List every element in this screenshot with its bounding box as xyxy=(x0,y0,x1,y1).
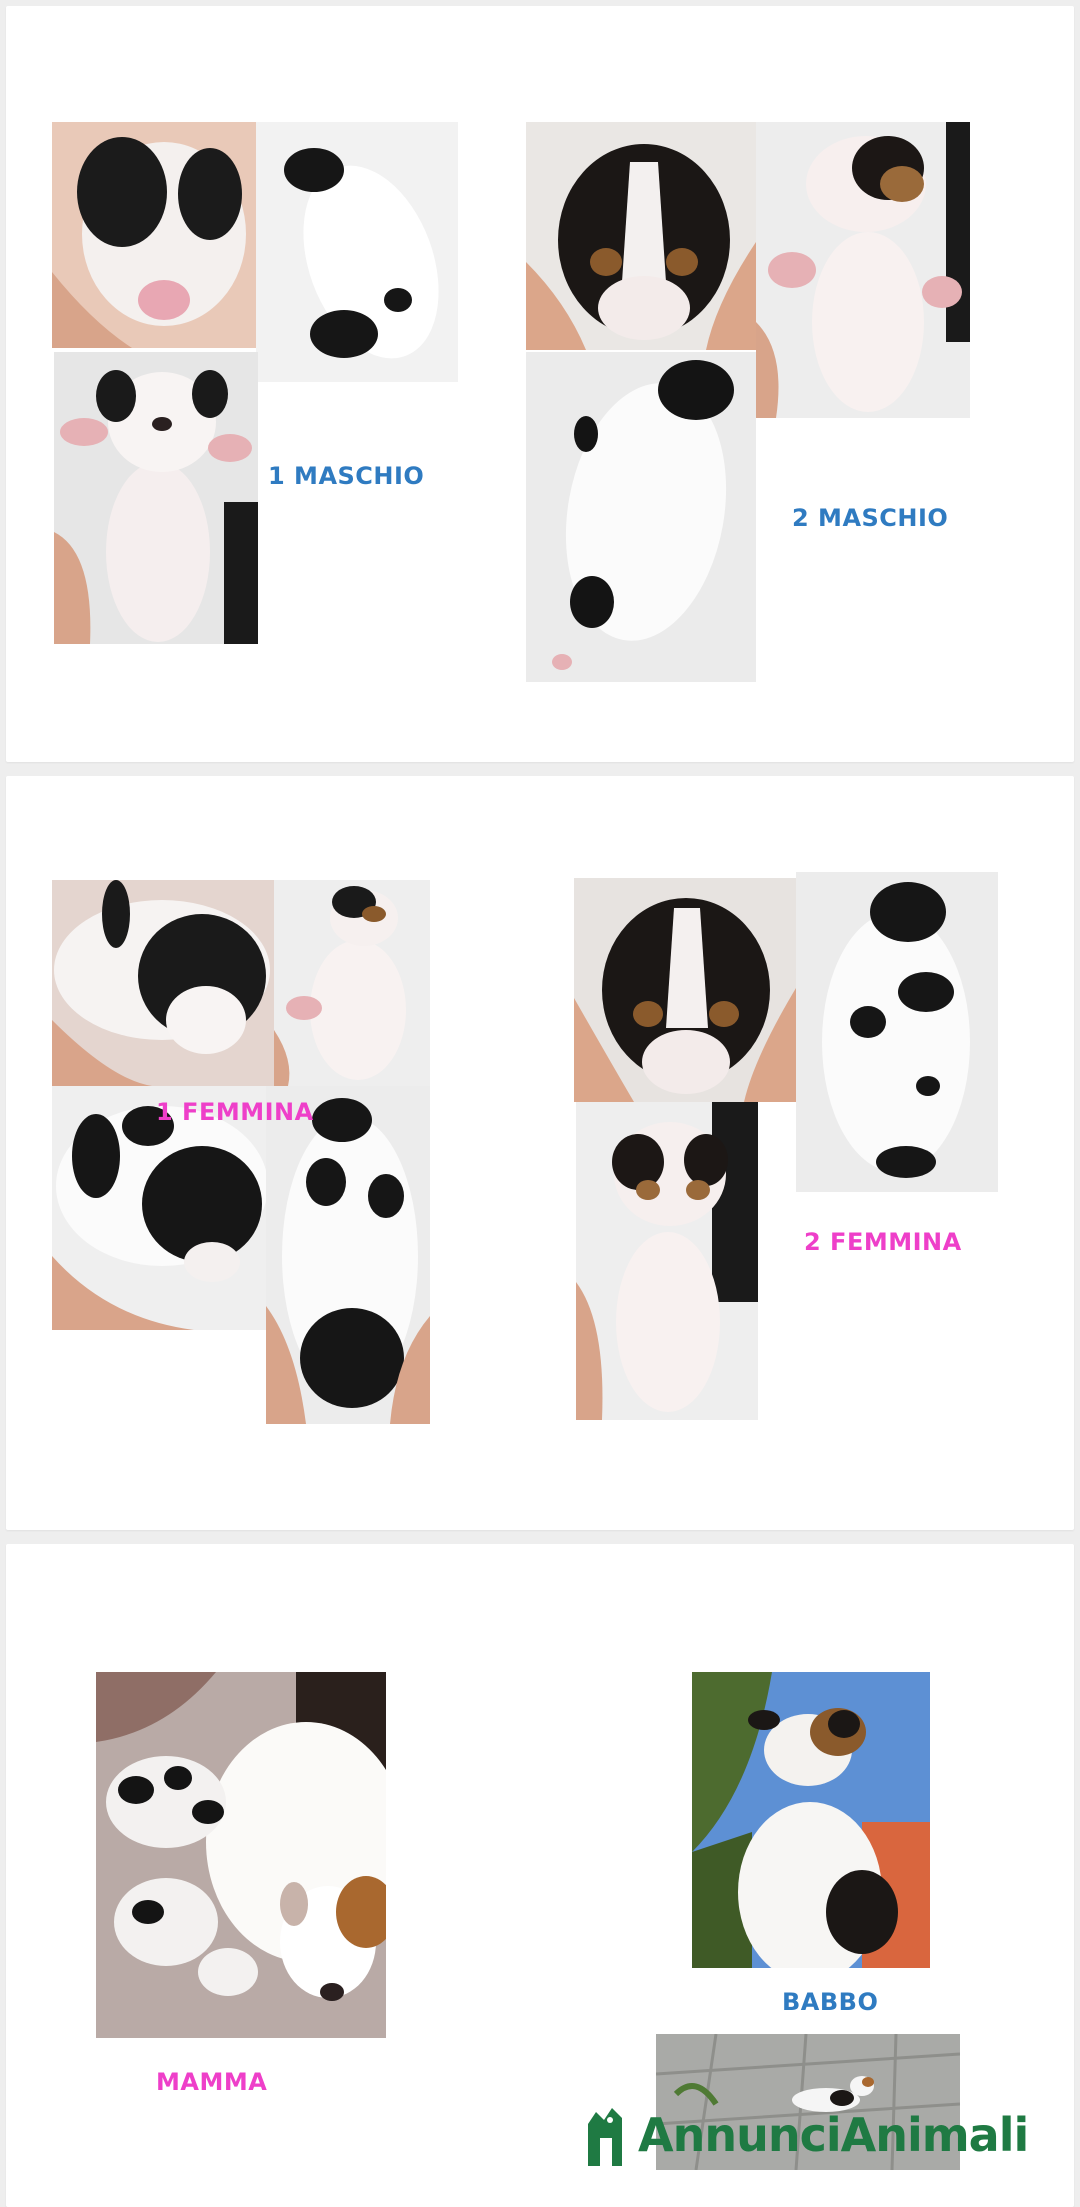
female-1-label: 1 FEMMINA xyxy=(156,1098,314,1126)
female-1-photo-face[interactable] xyxy=(52,880,274,1086)
male-2-photo-body[interactable] xyxy=(526,352,756,682)
female-2-photo-face[interactable] xyxy=(574,878,796,1102)
female-2-photo-held[interactable] xyxy=(576,1102,758,1420)
male-2-photo-face[interactable] xyxy=(526,122,756,350)
mother-photo[interactable] xyxy=(96,1672,386,2038)
female-1-photo-top[interactable] xyxy=(266,1086,430,1424)
father-label: BABBO xyxy=(782,1988,879,2016)
male-1-photo-held[interactable] xyxy=(54,352,258,644)
male-2-label: 2 MASCHIO xyxy=(792,504,949,532)
watermark-brand: AnnunciAnimali xyxy=(638,2108,1029,2162)
mother-label: MAMMA xyxy=(156,2068,268,2096)
dog-logo-icon xyxy=(582,2104,630,2166)
female-1-photo-held-up[interactable] xyxy=(274,880,430,1086)
male-1-label: 1 MASCHIO xyxy=(268,462,425,490)
father-photo[interactable] xyxy=(692,1672,930,1968)
annuncianimali-watermark: AnnunciAnimali xyxy=(582,2100,1029,2170)
female-2-label: 2 FEMMINA xyxy=(804,1228,962,1256)
female-2-photo-top[interactable] xyxy=(796,872,998,1192)
male-2-photo-held[interactable] xyxy=(756,122,970,418)
male-1-photo-body[interactable] xyxy=(256,122,458,382)
male-1-photo-face[interactable] xyxy=(52,122,256,348)
